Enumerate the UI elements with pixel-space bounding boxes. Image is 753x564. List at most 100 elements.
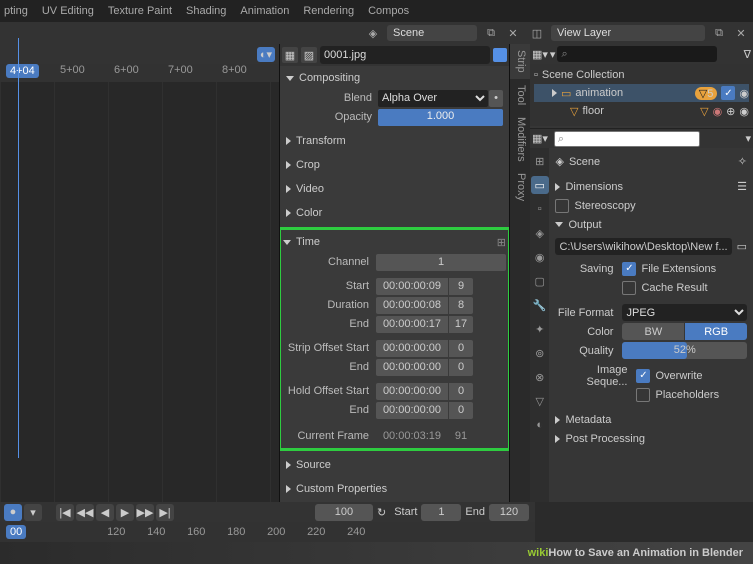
start-frame[interactable]: 9 <box>449 278 473 295</box>
current-frame-marker[interactable]: 00 <box>6 525 26 539</box>
strip-enable-checkbox[interactable] <box>493 48 507 62</box>
play-button[interactable]: ▶ <box>116 504 134 521</box>
outliner-dropdown[interactable]: ▦▾ <box>532 48 548 61</box>
mesh-data-icon[interactable]: ▽ <box>700 105 708 118</box>
visibility-icon[interactable]: ◉ <box>739 105 749 118</box>
material-icon[interactable]: ◉ <box>713 105 723 118</box>
scene-name-input[interactable] <box>387 25 477 41</box>
start-timecode[interactable]: 00:00:00:09 <box>376 278 448 295</box>
animation-item[interactable]: animation <box>575 87 690 99</box>
jump-end-button[interactable]: ▶| <box>156 504 174 521</box>
holdoffset-start-tc[interactable]: 00:00:00:00 <box>376 383 448 400</box>
postprocessing-header[interactable]: Post Processing <box>555 429 747 448</box>
stripoffset-start-tc[interactable]: 00:00:00:00 <box>376 340 448 357</box>
tab-material[interactable]: ◐ <box>531 416 549 434</box>
jump-start-button[interactable]: |◀ <box>56 504 74 521</box>
tab-physics[interactable]: ⊚ <box>531 344 549 362</box>
menu-item[interactable]: Shading <box>186 5 226 17</box>
stripoffset-start-fr[interactable]: 0 <box>449 340 473 357</box>
expand-icon[interactable] <box>552 89 557 97</box>
color-header[interactable]: Color <box>286 203 503 223</box>
autokey-button[interactable]: ● <box>4 504 22 521</box>
exclude-checkbox[interactable]: ✓ <box>721 86 735 100</box>
frame-ruler[interactable]: 00 120 140 160 180 200 220 240 <box>0 522 535 542</box>
props-dropdown[interactable]: ▦▾ <box>532 132 548 145</box>
timeline-body[interactable] <box>0 82 279 502</box>
end-frame-field[interactable]: 120 <box>489 504 529 521</box>
rgb-option[interactable]: RGB <box>685 323 747 340</box>
video-header[interactable]: Video <box>286 179 503 199</box>
menu-item[interactable]: Compos <box>368 5 409 17</box>
animate-button[interactable]: • <box>489 90 503 107</box>
menu-item[interactable]: Animation <box>240 5 289 17</box>
pin-icon[interactable]: ✧ <box>738 155 747 168</box>
tab-modifiers[interactable]: Modifiers <box>510 111 530 168</box>
bw-option[interactable]: BW <box>622 323 684 340</box>
tab-data[interactable]: ▽ <box>531 392 549 410</box>
menu-item[interactable]: pting <box>4 5 28 17</box>
dimensions-header[interactable]: Dimensions☰ <box>555 177 747 196</box>
tab-object[interactable]: ▢ <box>531 272 549 290</box>
keying-dropdown[interactable]: ▾ <box>24 504 42 521</box>
cache-checkbox[interactable] <box>622 281 636 295</box>
scene-collection-item[interactable]: Scene Collection <box>542 69 625 81</box>
tab-proxy[interactable]: Proxy <box>510 167 530 207</box>
play-reverse-button[interactable]: ◀ <box>96 504 114 521</box>
transform-header[interactable]: Transform <box>286 131 503 151</box>
stripoffset-end-fr[interactable]: 0 <box>449 359 473 376</box>
customprops-header[interactable]: Custom Properties <box>286 479 503 499</box>
playhead-marker[interactable]: 4+04 <box>6 64 39 78</box>
color-toggle[interactable]: BWRGB <box>622 323 747 340</box>
channel-field[interactable]: 1 <box>376 254 506 271</box>
holdoffset-end-tc[interactable]: 00:00:00:00 <box>376 402 448 419</box>
outliner-tree[interactable]: ▫Scene Collection ▭animation▽5✓◉ ▽floor▽… <box>530 64 753 126</box>
close-icon[interactable]: ✕ <box>733 25 749 41</box>
format-select[interactable]: JPEG <box>622 304 747 321</box>
quality-slider[interactable]: 52% <box>622 342 747 359</box>
tab-render[interactable]: ⊞ <box>531 152 549 170</box>
output-path-field[interactable]: C:\Users\wikihow\Desktop\New f... <box>555 238 731 255</box>
image-icon[interactable]: ▦ <box>282 47 298 63</box>
timeline-ruler[interactable]: 4+04 5+00 6+00 7+00 8+00 <box>0 64 279 82</box>
tab-constraint[interactable]: ⊗ <box>531 368 549 386</box>
modifier-icon[interactable]: ⊕ <box>726 105 735 118</box>
metadata-header[interactable]: Metadata <box>555 410 747 429</box>
props-search[interactable] <box>554 131 700 147</box>
menu-item[interactable]: UV Editing <box>42 5 94 17</box>
tab-viewlayer[interactable]: ▫ <box>531 200 549 218</box>
filter-icon[interactable]: ∇ <box>744 48 751 61</box>
stereoscopy-checkbox[interactable] <box>555 199 569 213</box>
placeholders-checkbox[interactable] <box>636 388 650 402</box>
floor-item[interactable]: floor <box>582 105 696 117</box>
shading-dropdown[interactable]: ◐▾ <box>257 47 275 62</box>
end-frame[interactable]: 17 <box>449 316 473 333</box>
crop-header[interactable]: Crop <box>286 155 503 175</box>
stripoffset-end-tc[interactable]: 00:00:00:00 <box>376 359 448 376</box>
menu-item[interactable]: Rendering <box>303 5 354 17</box>
duration-frame[interactable]: 8 <box>449 297 473 314</box>
strip-name-input[interactable] <box>320 46 490 64</box>
holdoffset-end-fr[interactable]: 0 <box>449 402 473 419</box>
tab-scene[interactable]: ◈ <box>531 224 549 242</box>
tab-strip[interactable]: Strip <box>510 44 530 79</box>
next-key-button[interactable]: ▶▶ <box>136 504 154 521</box>
tab-tool[interactable]: Tool <box>510 79 530 111</box>
options-icon[interactable]: ▾ <box>745 132 751 145</box>
tab-world[interactable]: ◉ <box>531 248 549 266</box>
list-preset-icon[interactable]: ☰ <box>737 180 747 193</box>
copy-icon[interactable]: ⧉ <box>711 25 727 41</box>
outliner-search[interactable] <box>557 46 717 62</box>
view-dropdown[interactable]: ▾ <box>550 48 556 61</box>
refresh-icon[interactable]: ↻ <box>377 506 386 519</box>
close-icon[interactable]: ✕ <box>505 25 521 41</box>
stereoscopy-header[interactable]: Stereoscopy <box>555 196 747 215</box>
duration-timecode[interactable]: 00:00:00:08 <box>376 297 448 314</box>
overwrite-checkbox[interactable]: ✓ <box>636 369 650 383</box>
tab-modifier[interactable]: 🔧 <box>531 296 549 314</box>
end-timecode[interactable]: 00:00:00:17 <box>376 316 448 333</box>
time-header[interactable]: Time⊞ <box>283 232 506 252</box>
copy-icon[interactable]: ⧉ <box>483 25 499 41</box>
prev-key-button[interactable]: ◀◀ <box>76 504 94 521</box>
tab-output[interactable]: ▭ <box>531 176 549 194</box>
tab-particle[interactable]: ✦ <box>531 320 549 338</box>
